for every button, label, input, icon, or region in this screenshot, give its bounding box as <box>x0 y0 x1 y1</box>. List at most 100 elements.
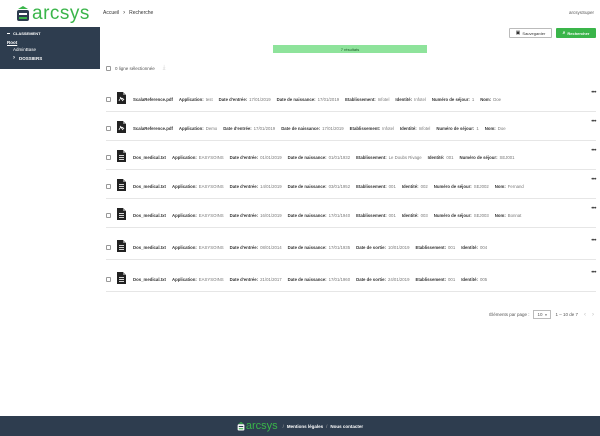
row-checkbox[interactable] <box>106 277 111 282</box>
next-page-icon[interactable]: › <box>592 312 594 318</box>
arcsys-logo[interactable]: arcsys <box>16 3 90 24</box>
field-label: Date de sortie: <box>356 245 386 250</box>
logo-text: arcsys <box>32 3 90 24</box>
breadcrumb-current: Recherche <box>129 10 154 16</box>
row-metadata: Dos_medical.txt Application: EASYSOINS Date… <box>133 245 493 250</box>
field-label: Numéro de séjour: <box>431 97 470 102</box>
search-icon: ⌕ <box>562 30 566 36</box>
field-label: Application: <box>171 245 197 250</box>
field-value: Demo <box>205 126 218 131</box>
more-options-icon[interactable]: ••• <box>591 238 596 244</box>
items-per-page-value: 10 <box>537 312 543 317</box>
file-name[interactable]: Dos_medical.txt <box>133 184 166 189</box>
row-checkbox[interactable] <box>106 97 111 102</box>
more-options-icon[interactable]: ••• <box>591 148 596 154</box>
field-value: 10/01/2019 <box>387 245 410 250</box>
table-row[interactable]: Dos_medical.txt Application: EASYSOINS Date… <box>106 268 596 292</box>
chevron-right-icon: › <box>123 10 126 16</box>
table-row[interactable]: ScalaReference.pdf Application: test Date d… <box>106 88 596 112</box>
table-row[interactable]: Dos_medical.txt Application: EASYSOINS Date… <box>106 175 596 199</box>
field-label: Application: <box>178 126 204 131</box>
field-value: 21/01/2017 <box>260 277 282 282</box>
field-label: Identité: <box>427 155 445 160</box>
contact-link[interactable]: Nous contacter <box>330 424 363 429</box>
field-label: Etablissement: <box>345 97 376 102</box>
sidebar-title: CLASSEMENT <box>7 31 41 36</box>
field-label: Date d'entrée: <box>229 213 259 218</box>
field-value: 003 <box>420 213 428 218</box>
user-menu[interactable]: arcsysSuper <box>569 10 594 15</box>
more-options-icon[interactable]: ••• <box>591 90 596 96</box>
field-value: EASYSOINS <box>198 277 224 282</box>
more-options-icon[interactable]: ••• <box>591 206 596 212</box>
field-label: Date de sortie: <box>356 277 386 282</box>
search-button[interactable]: ⌕ Rechercher <box>556 28 596 38</box>
field-value: 005 <box>479 277 488 282</box>
row-checkbox[interactable] <box>106 155 111 160</box>
more-options-icon[interactable]: ••• <box>591 119 596 125</box>
items-per-page-label: Éléments par page : <box>489 312 530 317</box>
field-label: Etablissement: <box>356 213 387 218</box>
search-button-label: Rechercher <box>567 30 590 36</box>
field-value: 17/01/2019 <box>317 97 340 102</box>
items-per-page-select[interactable]: 10 ▼ <box>533 310 552 319</box>
pdf-file-icon <box>117 92 126 104</box>
text-file-icon <box>117 272 126 284</box>
save-button-label: Sauvegarder <box>522 30 546 36</box>
field-value: 01/01/2019 <box>260 155 282 160</box>
file-name[interactable]: ScalaReference.pdf <box>133 126 173 131</box>
file-name[interactable]: Dos_medical.txt <box>133 213 166 218</box>
field-label: Numéro de séjour: <box>433 213 472 218</box>
field-label: Etablissement: <box>356 184 387 189</box>
sidebar-item-admin[interactable]: Admin​Base <box>13 47 36 52</box>
table-row[interactable]: Dos_medical.txt Application: EASYSOINS Date… <box>106 204 596 228</box>
field-value: 17/01/1960 <box>328 277 351 282</box>
field-label: Etablissement: <box>415 245 447 250</box>
legal-link[interactable]: Mentions légales <box>287 424 323 429</box>
field-label: Date de naissance: <box>287 155 327 160</box>
table-row[interactable]: Dos_medical.txt Application: EASYSOINS Date… <box>106 146 596 170</box>
row-checkbox[interactable] <box>106 245 111 250</box>
paginator: Éléments par page : 10 ▼ 1 – 10 de 7 ‹ › <box>489 310 594 319</box>
field-label: Numéro de séjour: <box>436 126 475 131</box>
field-value: EASYSOINS <box>198 184 224 189</box>
logo-icon <box>17 6 29 21</box>
file-name[interactable]: Dos_medical.txt <box>133 155 166 160</box>
field-label: Date de naissance: <box>287 277 327 282</box>
field-label: Date de naissance: <box>287 245 327 250</box>
field-value: 16/01/2019 <box>260 213 282 218</box>
file-name[interactable]: Dos_medical.txt <box>133 277 166 282</box>
file-name[interactable]: Dos_medical.txt <box>133 245 166 250</box>
field-value: test <box>205 97 213 102</box>
row-checkbox[interactable] <box>106 126 111 131</box>
field-label: Identité: <box>399 126 417 131</box>
sidebar-item-dossiers[interactable]: › DOSSIERS <box>13 55 42 61</box>
sidebar-item-root[interactable]: Root <box>7 40 17 45</box>
text-file-icon <box>117 150 126 162</box>
breadcrumb-home[interactable]: Accueil <box>103 10 119 16</box>
row-metadata: Dos_medical.txt Application: EASYSOINS Date… <box>133 213 527 218</box>
field-value: Bonnat <box>507 213 522 218</box>
row-checkbox[interactable] <box>106 184 111 189</box>
field-value: 17/01/1940 <box>328 213 351 218</box>
field-label: Nom: <box>480 97 492 102</box>
breadcrumb: Accueil › Recherche <box>103 10 153 16</box>
save-button[interactable]: ▣ Sauvegarder <box>509 28 552 38</box>
row-metadata: Dos_medical.txt Application: EASYSOINS Date… <box>133 277 493 282</box>
field-label: Date d'entrée: <box>223 126 252 131</box>
table-row[interactable]: ScalaReference.pdf Application: Demo Date d… <box>106 117 596 141</box>
prev-page-icon[interactable]: ‹ <box>584 312 586 318</box>
more-options-icon[interactable]: ••• <box>591 177 596 183</box>
field-value: 002 <box>420 184 428 189</box>
file-name[interactable]: ScalaReference.pdf <box>133 97 173 102</box>
field-value: 001 <box>448 245 456 250</box>
table-row[interactable]: Dos_medical.txt Application: EASYSOINS Date… <box>106 236 596 260</box>
download-icon[interactable]: ⤓ <box>163 65 166 72</box>
field-value: EASYSOINS <box>198 155 224 160</box>
field-label: Application: <box>171 155 197 160</box>
more-options-icon[interactable]: ••• <box>591 270 596 276</box>
select-all-checkbox[interactable] <box>106 66 111 71</box>
sidebar-item-label: DOSSIERS <box>19 55 43 61</box>
field-label: Application: <box>178 97 204 102</box>
row-checkbox[interactable] <box>106 213 111 218</box>
